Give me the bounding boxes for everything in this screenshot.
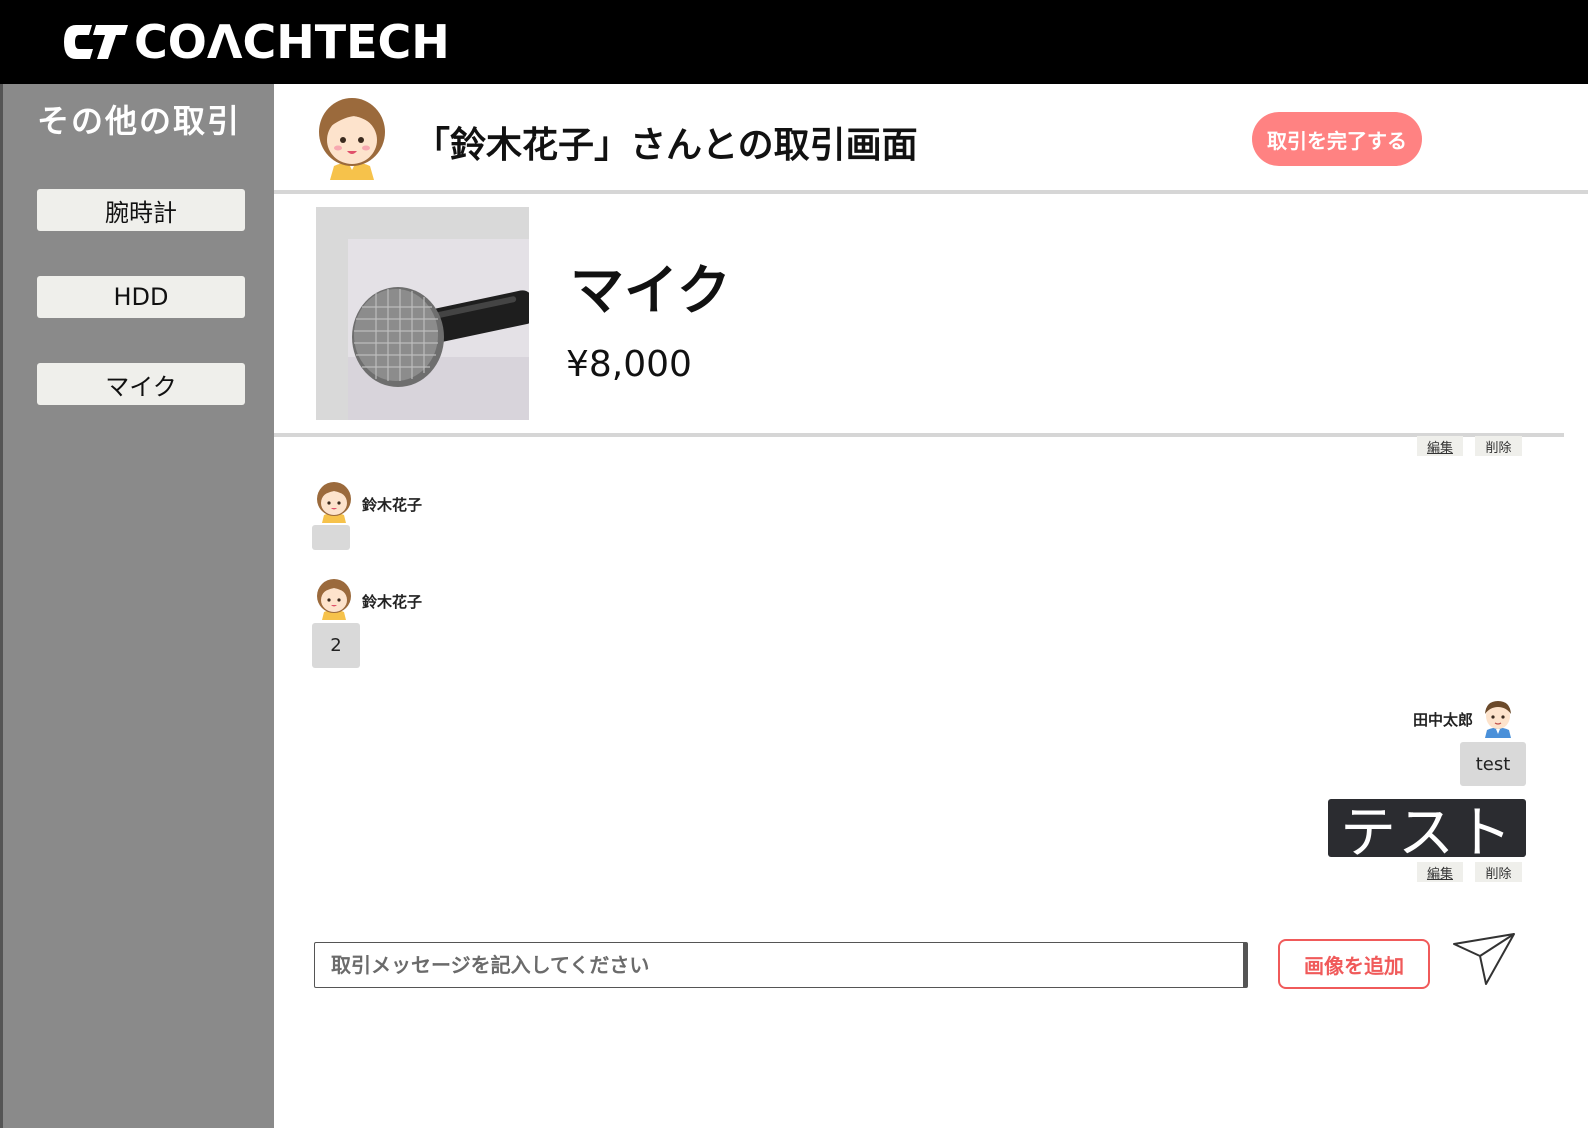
microphone-image-icon xyxy=(316,207,529,420)
delete-button[interactable]: 削除 xyxy=(1475,862,1522,882)
divider xyxy=(274,190,1588,194)
message-sender-name: 田中太郎 xyxy=(1413,711,1474,729)
add-image-button[interactable]: 画像を追加 xyxy=(1278,939,1430,989)
message-sender-name: 鈴木花子 xyxy=(362,496,423,514)
woman-avatar-icon xyxy=(317,579,351,620)
edit-button[interactable]: 編集 xyxy=(1417,436,1463,456)
delete-button[interactable]: 削除 xyxy=(1475,436,1522,456)
send-paper-plane-icon[interactable] xyxy=(1452,932,1516,986)
sidebar-item-watch[interactable]: 腕時計 xyxy=(37,189,245,231)
woman-avatar-icon xyxy=(319,98,385,180)
product-image xyxy=(316,207,529,420)
message-sender-name: 鈴木花子 xyxy=(362,593,423,611)
sidebar: その他の取引 腕時計 HDD マイク xyxy=(0,84,274,1128)
message-bubble: test xyxy=(1460,742,1526,786)
app-header: COΛCHTECH xyxy=(0,0,1588,84)
product-price: ¥8,000 xyxy=(566,344,692,385)
page-title: 「鈴木花子」さんとの取引画面 xyxy=(414,125,918,166)
woman-avatar-icon xyxy=(317,482,351,523)
main-content: 「鈴木花子」さんとの取引画面 取引を完了する マイク ¥8,000 編集 削除 … xyxy=(274,84,1588,1128)
product-name: マイク xyxy=(570,259,731,322)
logo-text: COΛCHTECH xyxy=(134,15,450,69)
sidebar-title: その他の取引 xyxy=(37,102,242,140)
sidebar-item-hdd[interactable]: HDD xyxy=(37,276,245,318)
logo[interactable]: COΛCHTECH xyxy=(62,16,450,68)
coachtech-logo-icon xyxy=(64,25,128,59)
divider xyxy=(274,433,1564,437)
message-bubble: 2 xyxy=(312,623,360,668)
complete-transaction-button[interactable]: 取引を完了する xyxy=(1252,112,1422,166)
message-input[interactable] xyxy=(314,942,1248,988)
sidebar-item-mic[interactable]: マイク xyxy=(37,363,245,405)
edit-button[interactable]: 編集 xyxy=(1417,862,1463,882)
message-bubble xyxy=(312,525,350,550)
man-avatar-icon xyxy=(1485,701,1511,738)
message-image: テスト xyxy=(1328,799,1526,866)
